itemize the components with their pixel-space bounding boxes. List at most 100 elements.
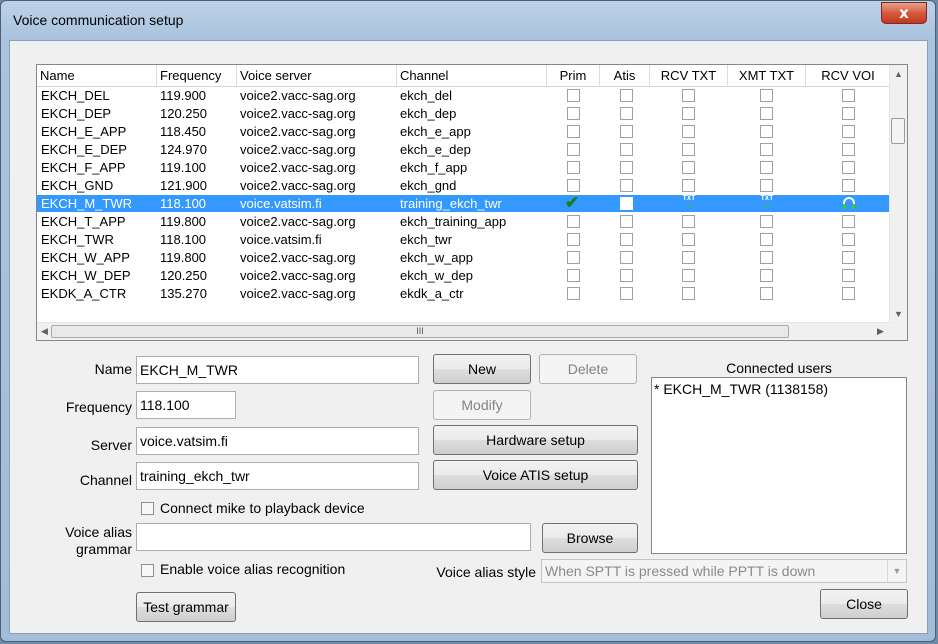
rcvvoi-checkbox[interactable] <box>842 125 855 138</box>
prim-checkbox[interactable] <box>567 107 580 120</box>
scroll-down-arrow-icon[interactable]: ▼ <box>894 309 903 319</box>
xmttxt-checkbox[interactable] <box>760 125 773 138</box>
atis-checkbox[interactable] <box>620 161 633 174</box>
xmttxt-checkbox[interactable] <box>760 251 773 264</box>
table-row[interactable]: EKCH_DEL 119.900 voice2.vacc-sag.org ekch_d… <box>37 87 891 104</box>
xmttxt-checkbox[interactable] <box>760 179 773 192</box>
atis-checkbox[interactable] <box>620 269 633 282</box>
xmttxt-checkbox[interactable] <box>760 89 773 102</box>
atis-checkbox[interactable] <box>620 107 633 120</box>
prim-checkbox[interactable] <box>567 215 580 228</box>
rcvvoi-checkbox[interactable] <box>842 179 855 192</box>
horizontal-scroll-thumb[interactable]: III <box>51 325 789 338</box>
rcvtxt-checkbox[interactable] <box>682 89 695 102</box>
atis-checkbox[interactable] <box>620 89 633 102</box>
vertical-scroll-thumb[interactable] <box>891 118 905 144</box>
prim-checkbox[interactable] <box>567 161 580 174</box>
channel-grid[interactable]: Name Frequency Voice server Channel Prim… <box>36 64 908 341</box>
rcvvoi-checkbox[interactable] <box>842 107 855 120</box>
table-row[interactable]: EKCH_E_APP 118.450 voice2.vacc-sag.org ekch… <box>37 123 891 140</box>
xmttxt-checkbox[interactable] <box>760 287 773 300</box>
new-button[interactable]: New <box>433 354 531 384</box>
window-close-button[interactable]: x <box>881 2 927 24</box>
voice-atis-setup-button[interactable]: Voice ATIS setup <box>433 460 638 490</box>
close-button[interactable]: Close <box>820 589 908 619</box>
connected-users-list[interactable]: * EKCH_M_TWR (1138158) <box>651 377 907 554</box>
rcvvoi-checkbox[interactable] <box>842 233 855 246</box>
table-row[interactable]: EKCH_M_TWR 118.100 voice.vatsim.fi training… <box>37 194 891 212</box>
rcvtxt-checkbox[interactable] <box>682 143 695 156</box>
column-header-rcv-voi[interactable]: RCV VOI <box>806 65 891 86</box>
rcvtxt-checkbox[interactable] <box>682 179 695 192</box>
browse-button[interactable]: Browse <box>542 523 638 553</box>
atis-checkbox[interactable] <box>620 215 633 228</box>
chevron-down-icon[interactable]: ▼ <box>887 560 906 582</box>
rcvtxt-checkbox[interactable] <box>682 233 695 246</box>
xmttxt-checkbox[interactable] <box>760 269 773 282</box>
rcvtxt-checkbox[interactable] <box>682 251 695 264</box>
atis-checkbox[interactable] <box>620 179 633 192</box>
table-row[interactable]: EKCH_E_DEP 124.970 voice2.vacc-sag.org ekch… <box>37 141 891 158</box>
rcvvoi-checkbox[interactable] <box>842 89 855 102</box>
modify-button[interactable]: Modify <box>433 390 531 420</box>
rcvtxt-checkbox[interactable] <box>682 215 695 228</box>
transmit-text-icon[interactable]: TXT → <box>760 195 774 212</box>
rcvtxt-checkbox[interactable] <box>682 107 695 120</box>
rcvvoi-checkbox[interactable] <box>842 143 855 156</box>
table-row[interactable]: EKCH_TWR 118.100 voice.vatsim.fi ekch_twr <box>37 231 891 248</box>
scroll-up-arrow-icon[interactable]: ▲ <box>894 69 903 79</box>
prim-checkbox[interactable] <box>567 125 580 138</box>
prim-checkbox[interactable] <box>567 89 580 102</box>
rcvvoi-checkbox[interactable] <box>842 287 855 300</box>
test-grammar-button[interactable]: Test grammar <box>136 592 236 622</box>
column-header-prim[interactable]: Prim <box>547 65 600 86</box>
table-row[interactable]: EKCH_DEP 120.250 voice2.vacc-sag.org ekch_d… <box>37 105 891 122</box>
rcvtxt-checkbox[interactable] <box>682 125 695 138</box>
name-field[interactable]: EKCH_M_TWR <box>136 356 419 384</box>
column-header-voice-server[interactable]: Voice server <box>237 65 397 86</box>
column-header-rcv-txt[interactable]: RCV TXT <box>650 65 728 86</box>
table-row[interactable]: EKCH_F_APP 119.100 voice2.vacc-sag.org ekch… <box>37 159 891 176</box>
xmttxt-checkbox[interactable] <box>760 107 773 120</box>
frequency-field[interactable]: 118.100 <box>136 391 236 419</box>
prim-checkbox[interactable] <box>567 251 580 264</box>
prim-check-icon[interactable]: ✔ <box>565 194 579 211</box>
table-row[interactable]: EKDK_A_CTR 135.270 voice2.vacc-sag.org ekdk… <box>37 285 891 302</box>
atis-checkbox[interactable] <box>620 287 633 300</box>
grid-horizontal-scrollbar[interactable]: ◀ III ▶ <box>37 322 891 340</box>
scroll-right-arrow-icon[interactable]: ▶ <box>877 326 884 337</box>
xmttxt-checkbox[interactable] <box>760 233 773 246</box>
xmttxt-checkbox[interactable] <box>760 161 773 174</box>
title-bar[interactable]: Voice communication setup x <box>1 1 935 39</box>
headset-icon[interactable] <box>841 196 857 211</box>
list-item[interactable]: * EKCH_M_TWR (1138158) <box>654 381 904 397</box>
prim-checkbox[interactable] <box>567 179 580 192</box>
receive-text-icon[interactable]: TXT → <box>682 195 696 212</box>
column-header-atis[interactable]: Atis <box>600 65 650 86</box>
enable-voice-alias-checkbox[interactable] <box>141 564 154 577</box>
prim-checkbox[interactable] <box>567 233 580 246</box>
rcvvoi-checkbox[interactable] <box>842 269 855 282</box>
column-header-frequency[interactable]: Frequency <box>157 65 237 86</box>
atis-checkbox[interactable] <box>620 197 633 210</box>
scroll-left-arrow-icon[interactable]: ◀ <box>41 326 48 337</box>
atis-checkbox[interactable] <box>620 251 633 264</box>
hardware-setup-button[interactable]: Hardware setup <box>433 425 638 455</box>
column-header-name[interactable]: Name <box>37 65 157 86</box>
rcvtxt-checkbox[interactable] <box>682 287 695 300</box>
grid-vertical-scrollbar[interactable]: ▲ ▼ <box>889 65 907 323</box>
voice-alias-grammar-field[interactable] <box>136 523 531 551</box>
server-field[interactable]: voice.vatsim.fi <box>136 427 419 455</box>
prim-checkbox[interactable] <box>567 143 580 156</box>
rcvtxt-checkbox[interactable] <box>682 161 695 174</box>
atis-checkbox[interactable] <box>620 143 633 156</box>
table-row[interactable]: EKCH_GND 121.900 voice2.vacc-sag.org ekch_g… <box>37 177 891 194</box>
rcvvoi-checkbox[interactable] <box>842 215 855 228</box>
prim-checkbox[interactable] <box>567 287 580 300</box>
column-header-xmt-txt[interactable]: XMT TXT <box>728 65 806 86</box>
rcvvoi-checkbox[interactable] <box>842 251 855 264</box>
table-row[interactable]: EKCH_W_APP 119.800 voice2.vacc-sag.org ekch… <box>37 249 891 266</box>
rcvtxt-checkbox[interactable] <box>682 269 695 282</box>
rcvvoi-checkbox[interactable] <box>842 161 855 174</box>
connect-mike-checkbox[interactable] <box>141 502 154 515</box>
